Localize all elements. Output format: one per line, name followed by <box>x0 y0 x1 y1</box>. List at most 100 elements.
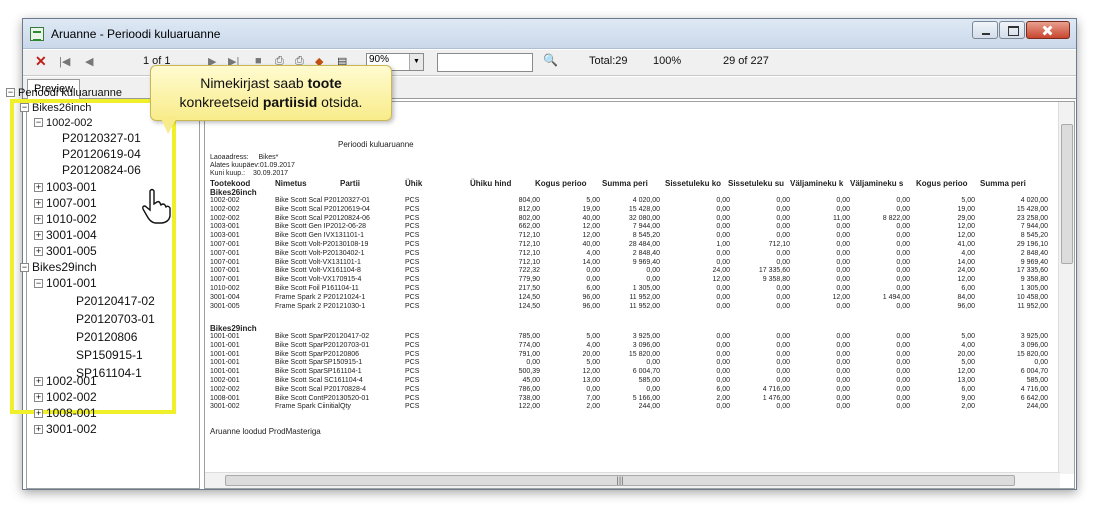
tree-item-1010-002[interactable]: +1010-002 <box>34 212 97 227</box>
table-cell: 15 428,00 <box>1016 205 1048 213</box>
table-row: 1002-002 Bike Scott Scal P20120824-06 PCS 8… <box>210 215 1050 224</box>
vertical-scrollbar[interactable] <box>1058 102 1074 474</box>
binoculars-icon[interactable]: 🔍 <box>543 53 558 67</box>
table-cell: 0,00 <box>836 249 850 257</box>
table-cell: 0,00 <box>836 258 850 266</box>
column-header: Partii <box>340 179 361 188</box>
chevron-down-icon[interactable]: ▼ <box>409 54 423 70</box>
table-row: 1007-001 Bike Scott Volt-VX131101-1 PCS 712… <box>210 259 1050 268</box>
tree-item-1008-001[interactable]: +1008-001 <box>34 406 97 421</box>
table-cell: PCS <box>405 385 420 393</box>
tree-batch[interactable]: SP150915-1 <box>76 348 143 363</box>
table-cell: 0,00 <box>776 285 790 292</box>
table-cell: 12,00 <box>582 368 600 376</box>
table-cell: Bike Scott Scal P20170828-4 <box>275 385 367 393</box>
column-header: Ühiku hind <box>470 179 512 188</box>
table-cell: 7,00 <box>586 394 600 402</box>
collapse-icon: − <box>6 87 15 97</box>
table-cell: 3 096,00 <box>1020 341 1048 349</box>
table-cell: 7 944,00 <box>1020 223 1048 231</box>
table-cell: 0,00 <box>716 197 730 204</box>
table-cell: Bike Scott SparP20120703-01 <box>275 341 370 349</box>
table-cell: 0,00 <box>836 394 850 402</box>
table-cell: 0,00 <box>896 232 910 240</box>
app-icon <box>30 27 44 41</box>
table-cell: 0,00 <box>896 249 910 257</box>
table-cell: 41,00 <box>957 241 975 248</box>
horizontal-scroll-thumb[interactable]: ||| <box>225 475 1015 486</box>
table-cell: 0,00 <box>716 205 730 213</box>
collapse-icon: − <box>34 117 43 127</box>
horizontal-scrollbar[interactable]: ||| <box>205 472 1060 488</box>
table-cell: 0,00 <box>586 267 600 275</box>
tree-item-1007-001[interactable]: +1007-001 <box>34 196 97 211</box>
table-cell: 0,00 <box>776 249 790 257</box>
table-cell: 40,00 <box>582 241 600 248</box>
maximize-button[interactable] <box>999 21 1025 39</box>
table-cell: 15 820,00 <box>628 350 660 358</box>
column-header: Kogus perioo <box>916 179 968 188</box>
table-cell: 20,00 <box>957 350 975 358</box>
record-count-label: 29 of 227 <box>723 55 769 67</box>
tree-batch[interactable]: P20120824-06 <box>62 163 141 178</box>
tree-batch[interactable]: P20120619-04 <box>62 147 141 162</box>
tree-batch[interactable]: P20120806 <box>76 330 137 345</box>
search-input[interactable] <box>437 53 533 72</box>
tree-item-3001-005[interactable]: +3001-005 <box>34 244 97 259</box>
table-cell: 1001-001 <box>210 350 240 358</box>
tree-group-bikes26[interactable]: − Bikes26inch <box>20 101 91 116</box>
table-cell: 12,00 <box>957 276 975 284</box>
table-cell: 0,00 <box>716 302 730 310</box>
tree-root[interactable]: − Perioodi kuluaruanne <box>6 86 122 101</box>
table-cell: 5,00 <box>961 197 975 204</box>
table-cell: 1 476,00 <box>762 394 790 402</box>
tree-item-1001-001[interactable]: −1001-001 <box>34 276 97 291</box>
table-cell: 0,00 <box>896 267 910 275</box>
table-cell: 13,00 <box>582 377 600 384</box>
minimize-button[interactable] <box>972 21 998 39</box>
table-cell: 0,00 <box>716 232 730 240</box>
close-window-button[interactable] <box>1026 21 1070 39</box>
table-row: 1008-001 Bike Scott ContP20130520-01 PCS 73… <box>210 395 1050 404</box>
vertical-scroll-thumb[interactable] <box>1061 124 1073 264</box>
table-cell: 0,00 <box>716 223 730 231</box>
table-cell: 0,00 <box>836 368 850 376</box>
table-cell: 1007-001 <box>210 241 240 248</box>
table-cell: 15 428,00 <box>628 205 660 213</box>
tree-item-1002-002[interactable]: −1002-002 <box>34 116 93 131</box>
close-report-icon[interactable]: ✕ <box>35 53 47 70</box>
table-cell: 0,00 <box>836 302 850 310</box>
table-cell: Bike Scott Volt-P20130402-1 <box>275 249 365 257</box>
table-cell: 786,00 <box>518 385 540 393</box>
tree-batch[interactable]: P20120703-01 <box>76 312 155 327</box>
tree-item-3001-002[interactable]: +3001-002 <box>34 422 97 437</box>
table-cell: 804,00 <box>518 197 540 204</box>
table-cell: 2,00 <box>716 394 730 402</box>
prev-page-icon[interactable]: ◀ <box>85 55 93 68</box>
table-cell: 8 822,00 <box>882 214 910 222</box>
first-page-icon[interactable]: |◀ <box>59 55 70 68</box>
table-cell: Bike Scott Scal SC161104-4 <box>275 377 363 384</box>
tree-item-3001-004[interactable]: +3001-004 <box>34 228 97 243</box>
table-row: 1007-001 Bike Scott Volt-VX161104-8 PCS 722… <box>210 267 1050 276</box>
tree-item-1002-001[interactable]: +1002-001 <box>34 374 97 389</box>
table-row: 1001-001 Bike Scott SparSP150915-1 PCS 0,00… <box>210 359 1050 368</box>
table-cell: 0,00 <box>716 285 730 292</box>
table-cell: 11,00 <box>833 214 850 222</box>
table-cell: 0,00 <box>896 368 910 376</box>
tree-batch[interactable]: P20120327-01 <box>62 131 141 146</box>
tree-group-bikes29[interactable]: − Bikes29inch <box>20 260 97 275</box>
table-cell: 124,50 <box>518 302 540 310</box>
table-cell: 0,00 <box>896 241 910 248</box>
tree-item-1003-001[interactable]: +1003-001 <box>34 180 97 195</box>
tree-batch[interactable]: P20120417-02 <box>76 294 155 309</box>
meta-from: Alates kuupäev:01.09.2017 <box>210 162 295 169</box>
table-cell: 96,00 <box>957 302 975 310</box>
table-cell: 712,10 <box>518 258 540 266</box>
column-header: Ühik <box>405 179 423 188</box>
expand-icon: + <box>34 392 43 402</box>
table-cell: 0,00 <box>586 276 600 284</box>
column-header: Väljamineku k <box>790 179 844 188</box>
table-cell: 0,00 <box>586 385 600 393</box>
tree-item-1002-002[interactable]: +1002-002 <box>34 390 97 405</box>
